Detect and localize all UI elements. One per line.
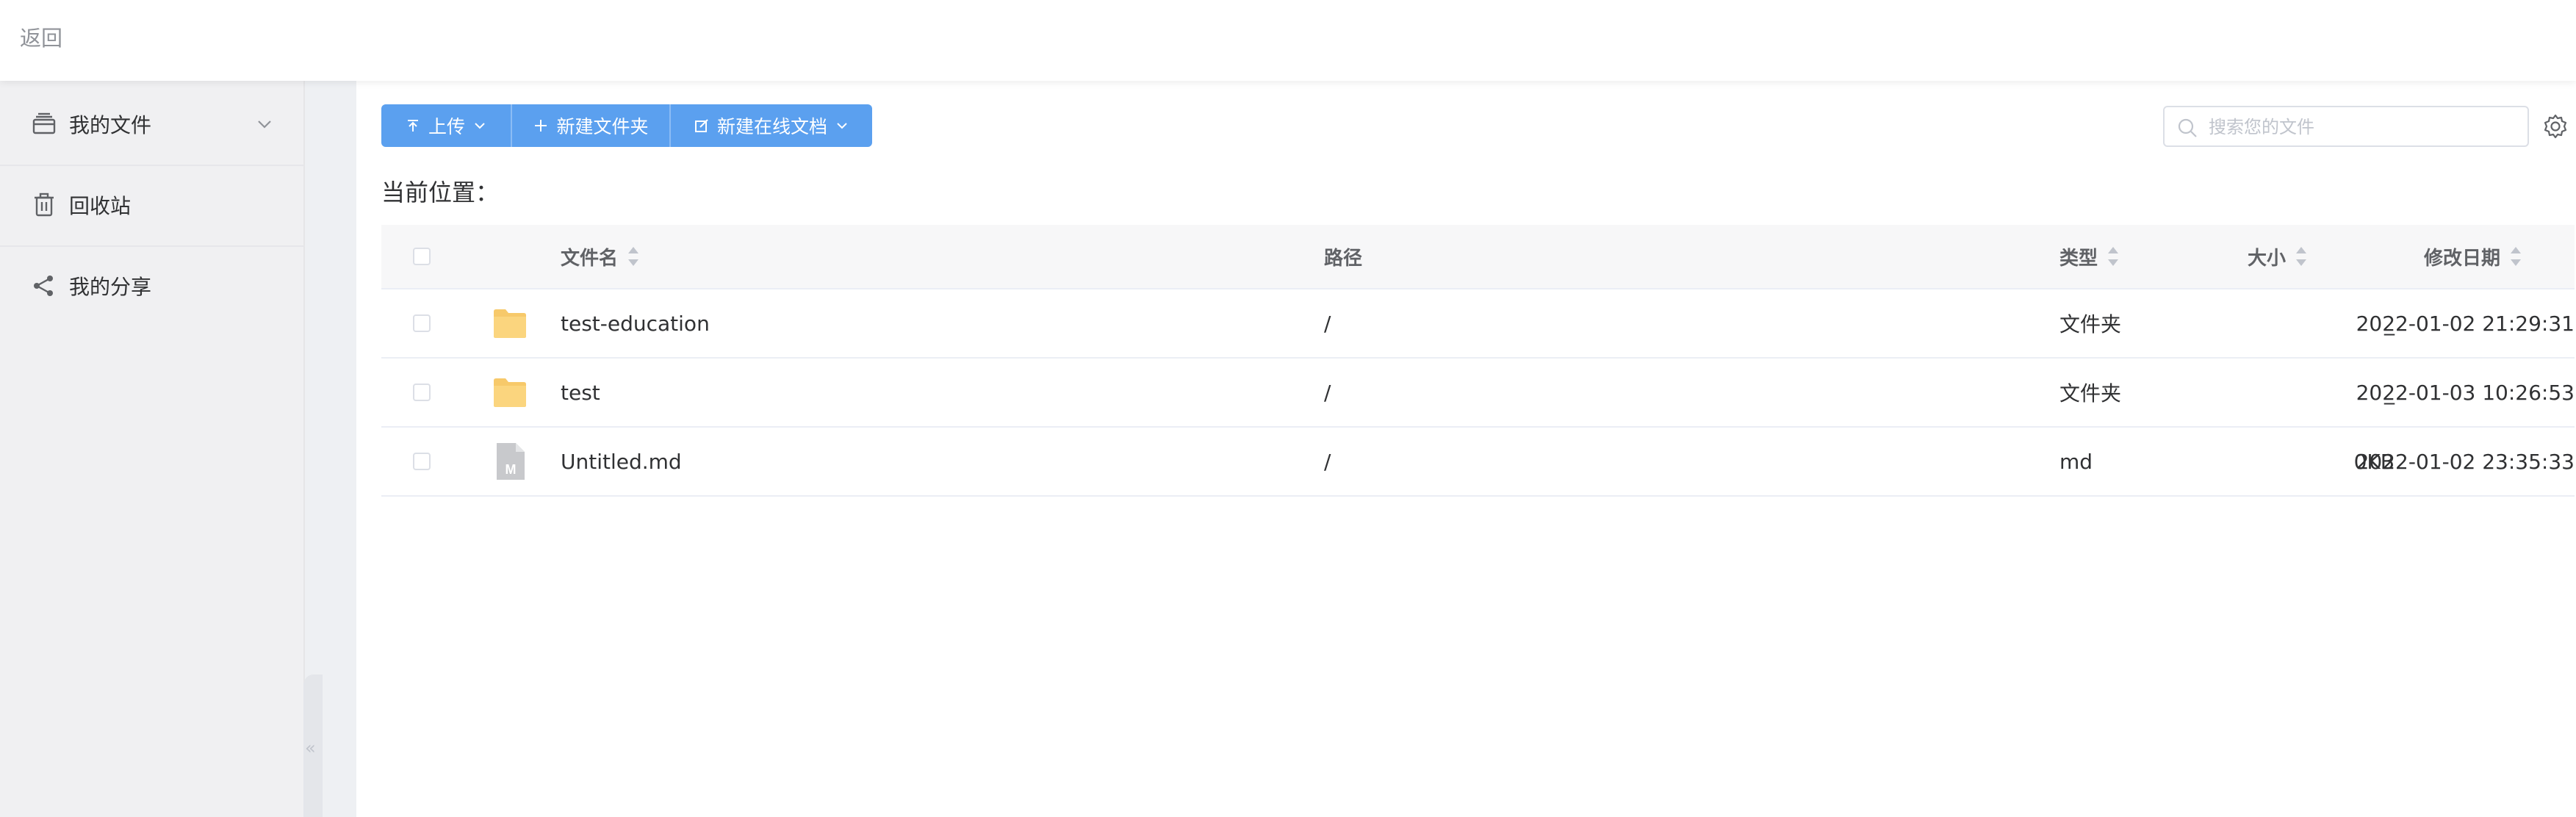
file-path: / xyxy=(1324,380,1331,405)
search-input[interactable] xyxy=(2207,113,2519,141)
toolbar: 上传 新建文件夹 新建在线文档 xyxy=(381,104,872,147)
folder-icon xyxy=(494,309,526,338)
sidebar-item-label: 回收站 xyxy=(69,194,132,218)
column-header-size[interactable]: 大小 xyxy=(2248,225,2395,288)
main-content: 上传 新建文件夹 新建在线文档 搜索您的文件 当前位置： 文件名 路径 类型 大… xyxy=(356,81,2576,817)
file-name[interactable]: Untitled.md xyxy=(561,428,1295,495)
top-bar: 返回 xyxy=(0,0,2576,81)
column-header-type[interactable]: 类型 xyxy=(2059,225,2206,288)
column-header-date[interactable]: 修改日期 xyxy=(2424,225,2575,288)
breadcrumb: 当前位置： xyxy=(381,179,500,206)
file-path: / xyxy=(1324,449,1331,474)
folder-stack-icon xyxy=(32,112,56,134)
search-icon xyxy=(2178,118,2197,137)
row-checkbox[interactable] xyxy=(413,314,431,332)
row-check-cell xyxy=(381,289,462,357)
sort-icon[interactable] xyxy=(2509,246,2522,267)
file-date: 2022-01-02 21:29:31 xyxy=(2356,311,2575,336)
search-box xyxy=(2163,106,2529,147)
sidebar-collapse-handle[interactable]: « xyxy=(303,674,323,817)
new-online-doc-button[interactable]: 新建在线文档 xyxy=(671,104,872,147)
sidebar-item-my-files[interactable]: 我的文件 xyxy=(0,84,303,166)
new-online-doc-label: 新建在线文档 xyxy=(716,116,827,137)
collapse-arrow-icon: « xyxy=(305,738,316,758)
sort-icon[interactable] xyxy=(627,246,640,267)
file-type: md xyxy=(2059,449,2093,474)
row-check-cell xyxy=(381,359,462,426)
file-table: 文件名 路径 类型 大小 修改日期 test-education / 文件夹 _… xyxy=(381,225,2575,497)
column-header-label: 类型 xyxy=(2059,247,2098,270)
sidebar-item-recycle-bin[interactable]: 回收站 xyxy=(0,165,303,247)
select-all-checkbox[interactable] xyxy=(413,248,431,265)
column-header-label: 路径 xyxy=(1324,247,1363,270)
row-checkbox[interactable] xyxy=(413,453,431,470)
file-name[interactable]: test xyxy=(561,359,1295,426)
row-checkbox[interactable] xyxy=(413,384,431,401)
svg-text:M: M xyxy=(506,462,517,477)
new-folder-label: 新建文件夹 xyxy=(556,116,649,137)
markdown-file-icon: M xyxy=(497,443,525,480)
chevron-down-icon xyxy=(475,123,485,129)
sidebar-item-my-shares[interactable]: 我的分享 xyxy=(0,245,303,326)
column-header-path: 路径 xyxy=(1324,225,1985,288)
upload-label: 上传 xyxy=(428,116,465,137)
chevron-down-icon[interactable] xyxy=(253,112,276,136)
chevron-down-icon xyxy=(837,123,847,129)
file-name[interactable]: test-education xyxy=(561,289,1295,357)
gear-icon[interactable] xyxy=(2541,112,2569,140)
back-link[interactable]: 返回 xyxy=(20,24,62,53)
file-date: 2022-01-02 23:35:33 xyxy=(2356,449,2575,474)
plus-icon xyxy=(535,120,547,132)
file-path: / xyxy=(1324,311,1331,336)
sidebar-item-label: 我的分享 xyxy=(69,275,152,299)
upload-icon xyxy=(407,120,418,132)
table-row[interactable]: M Untitled.md / md 0KB 2022-01-02 23:35:… xyxy=(381,428,2575,497)
sort-icon[interactable] xyxy=(2107,246,2120,267)
sort-icon[interactable] xyxy=(2295,246,2308,267)
table-row[interactable]: test / 文件夹 _ 2022-01-03 10:26:53 xyxy=(381,359,2575,428)
row-icon-cell xyxy=(462,359,558,426)
edit-icon xyxy=(694,119,708,132)
column-header-label: 大小 xyxy=(2248,247,2287,270)
share-icon xyxy=(34,276,53,296)
upload-button[interactable]: 上传 xyxy=(381,104,512,147)
table-row[interactable]: test-education / 文件夹 _ 2022-01-02 21:29:… xyxy=(381,289,2575,359)
sidebar-item-label: 我的文件 xyxy=(69,113,152,137)
row-icon-cell xyxy=(462,289,558,357)
file-type: 文件夹 xyxy=(2059,381,2122,406)
file-type: 文件夹 xyxy=(2059,312,2122,336)
file-date: 2022-01-03 10:26:53 xyxy=(2356,380,2575,405)
sidebar: 我的文件 回收站 我的分享 xyxy=(0,81,305,817)
row-check-cell xyxy=(381,428,462,495)
row-icon-cell: M xyxy=(462,428,558,495)
column-header-label: 文件名 xyxy=(561,247,619,270)
new-folder-button[interactable]: 新建文件夹 xyxy=(512,104,671,147)
column-header-name[interactable]: 文件名 xyxy=(561,225,1295,288)
table-header: 文件名 路径 类型 大小 修改日期 xyxy=(381,225,2575,289)
trash-icon xyxy=(35,192,54,217)
folder-icon xyxy=(494,378,526,407)
column-header-label: 修改日期 xyxy=(2424,247,2501,270)
header-check-cell xyxy=(381,225,462,288)
